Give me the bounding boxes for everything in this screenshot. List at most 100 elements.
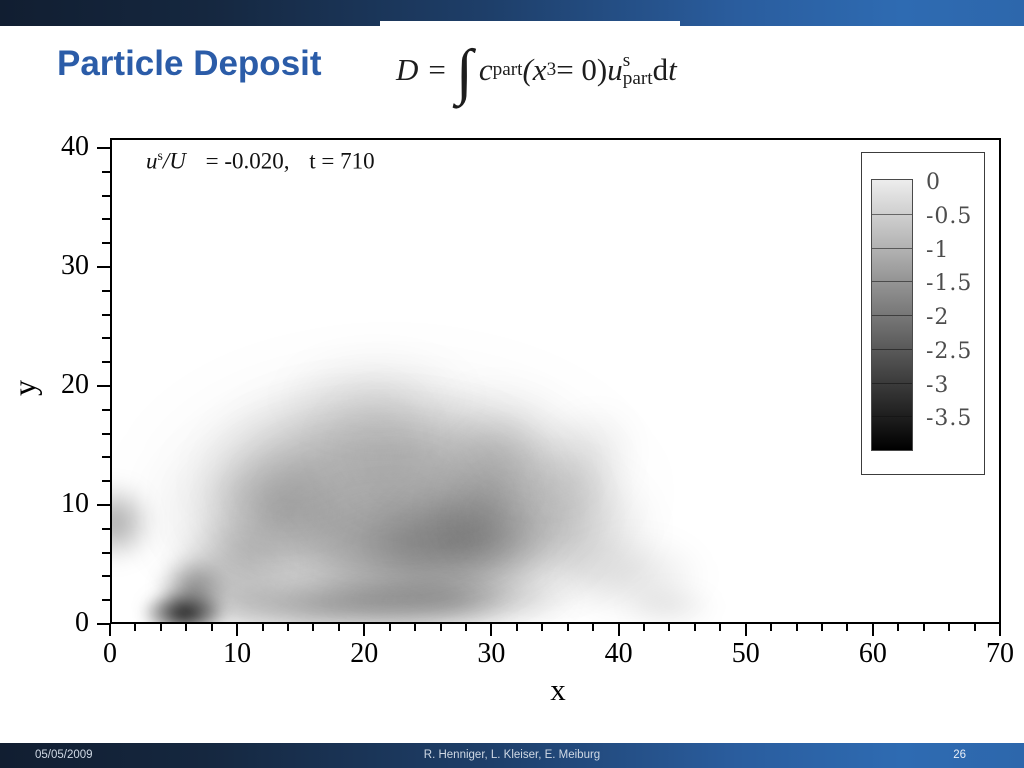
x-minor-tick: [261, 624, 264, 631]
y-major-tick: [97, 504, 110, 506]
x-tick-label: 10: [223, 638, 252, 669]
x-minor-tick: [312, 624, 315, 631]
colorbar-segment: [872, 416, 912, 450]
x-major-tick: [490, 624, 493, 636]
y-tick-label: 30: [61, 250, 89, 281]
slide-title: Particle Deposit: [57, 44, 322, 83]
x-minor-tick: [795, 624, 798, 631]
y-minor-tick: [102, 218, 110, 221]
colorbar-segment: [872, 348, 912, 383]
y-minor-tick: [102, 313, 110, 316]
y-minor-tick: [102, 337, 110, 340]
footer-page-number: 26: [953, 749, 966, 761]
x-minor-tick: [210, 624, 213, 631]
x-minor-tick: [515, 624, 518, 631]
deposit-formula: D = ∫ c part (x 3 = 0) u s part d t: [396, 38, 677, 106]
formula-c: c: [478, 52, 493, 87]
colorbar-tick-label: -3.5: [926, 406, 973, 432]
y-minor-tick: [102, 575, 110, 578]
formula-u: u: [607, 52, 623, 87]
y-minor-tick: [102, 170, 110, 173]
colorbar-segment: [872, 315, 912, 349]
x-minor-tick: [287, 624, 289, 631]
colorbar-tick-label: -2.5: [926, 338, 973, 364]
formula-u-sub: part: [622, 68, 653, 89]
x-tick-label: 70: [986, 638, 1014, 669]
colorbar-tick-label: -3: [926, 372, 950, 398]
x-minor-tick: [185, 624, 188, 631]
x-tick-label: 40: [604, 638, 633, 669]
y-major-tick: [97, 147, 110, 149]
plot-annotation: us/U = -0.020, t = 710: [146, 148, 375, 174]
colorbar-gradient-strip: [871, 179, 913, 451]
x-tick-label: 30: [477, 638, 506, 669]
x-minor-tick: [566, 624, 569, 631]
colorbar-segment: [872, 382, 912, 417]
colorbar-segment: [872, 281, 912, 315]
x-major-tick: [236, 624, 239, 636]
colorbar-tick-label: 0: [926, 170, 941, 195]
x-minor-tick: [643, 624, 645, 631]
x-major-tick: [363, 624, 366, 636]
x-minor-tick: [770, 624, 773, 631]
x-tick-label: 60: [858, 638, 887, 669]
x-major-tick: [617, 624, 620, 636]
formula-close: = 0): [556, 52, 608, 87]
x-minor-tick: [592, 624, 595, 631]
y-tick-label: 10: [61, 488, 89, 519]
density-blob: [618, 584, 721, 624]
y-tick-label: 20: [61, 369, 89, 400]
formula-D: D: [396, 52, 419, 87]
formula-open-x: (x: [522, 52, 547, 87]
x-minor-tick: [337, 624, 340, 631]
x-minor-tick: [541, 624, 544, 631]
x-major-tick: [871, 624, 874, 636]
x-minor-tick: [948, 624, 951, 631]
y-minor-tick: [102, 432, 110, 435]
presentation-slide: Particle Deposit D = ∫ c part (x 3 = 0) u s pa…: [0, 0, 1024, 768]
x-minor-tick: [846, 624, 849, 631]
y-minor-tick: [102, 551, 110, 554]
colorbar-tick-label: -1.5: [926, 271, 973, 297]
formula-x-sub: 3: [546, 59, 557, 80]
y-minor-tick: [102, 289, 110, 292]
y-tick-label: 40: [61, 131, 89, 162]
x-tick-label: 50: [731, 638, 760, 669]
formula-t: t: [668, 52, 677, 87]
y-major-tick: [97, 266, 110, 268]
x-minor-tick: [159, 624, 162, 631]
colorbar-tick-label: -1: [926, 237, 950, 263]
y-minor-tick: [102, 408, 110, 411]
x-minor-tick: [693, 624, 696, 631]
x-minor-tick: [897, 624, 900, 631]
y-minor-tick: [102, 194, 110, 197]
x-minor-tick: [465, 624, 467, 631]
y-minor-tick: [102, 480, 110, 483]
y-tick-label: 0: [75, 607, 89, 638]
x-minor-tick: [414, 624, 417, 631]
y-minor-tick: [102, 361, 110, 364]
formula-equals: =: [428, 52, 446, 87]
x-minor-tick: [719, 624, 722, 631]
x-minor-tick: [134, 624, 137, 631]
colorbar-legend: 0 -0.5 -1 -1.5 -2 -2.5 -3 -3.5: [861, 152, 985, 475]
formula-d: d: [652, 52, 669, 87]
footer-bar: 05/05/2009 R. Henniger, L. Kleiser, E. M…: [0, 743, 1024, 768]
y-minor-tick: [102, 599, 110, 602]
formula-c-sub: part: [492, 59, 523, 80]
x-major-tick: [109, 624, 111, 636]
x-minor-tick: [821, 624, 823, 631]
x-major-tick: [999, 624, 1001, 636]
x-tick-label: 20: [350, 638, 379, 669]
x-axis-label: x: [550, 672, 566, 707]
colorbar-segment: [872, 180, 912, 214]
x-minor-tick: [439, 624, 442, 631]
colorbar-segment: [872, 247, 912, 282]
colorbar-tick-label: -2: [926, 305, 950, 330]
x-minor-tick: [388, 624, 391, 631]
y-minor-tick: [102, 527, 110, 530]
y-minor-tick: [102, 456, 110, 459]
x-minor-tick: [668, 624, 671, 631]
footer-authors: R. Henniger, L. Kleiser, E. Meiburg: [423, 749, 601, 761]
colorbar-segment: [872, 213, 912, 248]
